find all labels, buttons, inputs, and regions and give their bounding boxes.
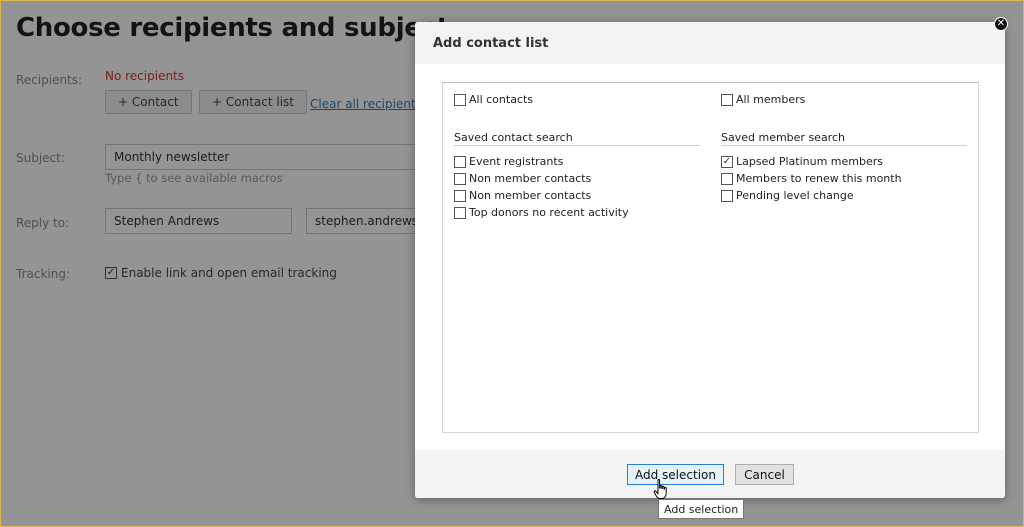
add-contact-list-dialog: Add contact list All contacts Saved cont… bbox=[415, 22, 1005, 498]
dialog-header: Add contact list bbox=[415, 22, 1005, 64]
option-label: All contacts bbox=[469, 93, 534, 106]
list-item[interactable]: Non member contacts bbox=[454, 189, 591, 202]
all-contacts-option[interactable]: All contacts bbox=[454, 93, 533, 106]
option-label: Top donors no recent activity bbox=[469, 206, 629, 219]
checkbox-icon[interactable] bbox=[454, 93, 466, 106]
dialog-title: Add contact list bbox=[433, 36, 549, 51]
all-members-option[interactable]: All members bbox=[721, 93, 805, 106]
option-label: All members bbox=[736, 93, 806, 106]
list-item[interactable]: Event registrants bbox=[454, 155, 563, 168]
saved-member-search-heading: Saved member search bbox=[721, 131, 967, 146]
cancel-button[interactable]: Cancel bbox=[735, 464, 794, 485]
option-label: Pending level change bbox=[736, 189, 854, 202]
checkbox-checked-icon[interactable]: ✓ bbox=[721, 155, 733, 168]
hand-pointer-icon bbox=[653, 479, 667, 499]
checkbox-icon[interactable] bbox=[721, 189, 733, 202]
list-item[interactable]: Pending level change bbox=[721, 189, 854, 202]
saved-contact-search-heading: Saved contact search bbox=[454, 131, 700, 146]
close-icon[interactable]: ✕ bbox=[994, 17, 1008, 31]
list-item[interactable]: Non member contacts bbox=[454, 172, 591, 185]
tooltip: Add selection bbox=[658, 499, 745, 519]
list-item[interactable]: ✓ Lapsed Platinum members bbox=[721, 155, 883, 168]
option-label: Event registrants bbox=[469, 155, 564, 168]
dialog-footer: Add selection Cancel bbox=[415, 450, 1005, 498]
checkbox-icon[interactable] bbox=[454, 172, 466, 185]
app-window: Choose recipients and subject Recipients… bbox=[0, 0, 1024, 527]
checkbox-icon[interactable] bbox=[454, 206, 466, 219]
contact-list-panel: All contacts Saved contact search Event … bbox=[442, 82, 979, 433]
option-label: Members to renew this month bbox=[736, 172, 902, 185]
option-label: Lapsed Platinum members bbox=[736, 155, 883, 168]
checkbox-icon[interactable] bbox=[454, 189, 466, 202]
checkbox-icon[interactable] bbox=[454, 155, 466, 168]
add-selection-button[interactable]: Add selection bbox=[627, 464, 724, 485]
list-item[interactable]: Top donors no recent activity bbox=[454, 206, 629, 219]
list-item[interactable]: Members to renew this month bbox=[721, 172, 902, 185]
option-label: Non member contacts bbox=[469, 189, 592, 202]
checkbox-icon[interactable] bbox=[721, 172, 733, 185]
checkbox-icon[interactable] bbox=[721, 93, 733, 106]
option-label: Non member contacts bbox=[469, 172, 592, 185]
